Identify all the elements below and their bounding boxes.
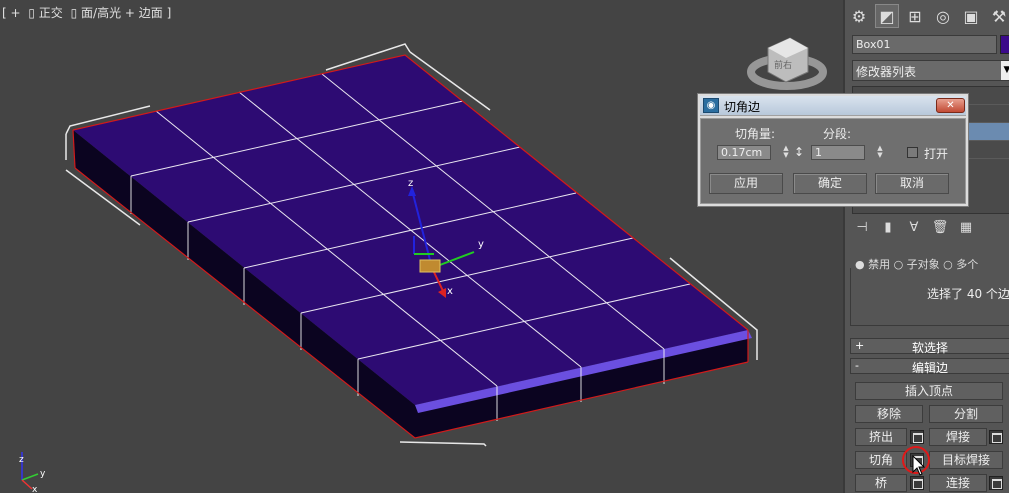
pin-stack-icon[interactable]: ⊣	[852, 220, 872, 238]
split-button[interactable]: 分割	[929, 405, 1003, 423]
dialog-title: 切角边	[724, 100, 761, 114]
hierarchy-icon[interactable]: ⊞	[903, 4, 927, 28]
weld-settings-icon[interactable]	[989, 430, 1003, 444]
perspective-viewport[interactable]: y x z 前右 z y x [ + ▯ 正交 ▯ 面/高光 + 边面 ]	[0, 0, 843, 493]
selection-status: 选择了 40 个边	[927, 287, 1009, 301]
segments-label: 分段:	[823, 127, 852, 141]
connect-settings-icon[interactable]	[989, 476, 1003, 490]
gizmo-x-label: x	[447, 286, 453, 297]
viewport-label-part[interactable]: ▯ 面/高光 + 边面 ]	[71, 6, 172, 20]
chamfer-amount-label: 切角量:	[735, 127, 776, 141]
open-checkbox[interactable]	[907, 147, 918, 158]
dialog-titlebar[interactable]: ◉ 切角边 ✕	[700, 96, 966, 116]
chamfer-amount-spinner[interactable]: ▲ ▼	[781, 145, 791, 160]
chamfer-amount-field[interactable]: 0.17cm	[717, 145, 771, 160]
gizmo-z-label: z	[408, 178, 413, 189]
modify-icon[interactable]: ◩	[875, 4, 899, 28]
display-icon[interactable]: ▣	[959, 4, 983, 28]
viewport-label-part[interactable]: ▯ 正交	[28, 6, 62, 20]
segments-field[interactable]: 1	[811, 145, 865, 160]
extrude-button[interactable]: 挤出	[855, 428, 907, 446]
rollout-edit-edges[interactable]: - 编辑边	[850, 358, 1009, 375]
viewport-scene[interactable]: y x z 前右 z y x	[0, 0, 843, 493]
object-name-field[interactable]: Box01	[852, 35, 997, 54]
connect-button[interactable]: 连接	[929, 474, 987, 492]
viewport-label-menu[interactable]: [ + ▯ 正交 ▯ 面/高光 + 边面 ]	[2, 4, 175, 21]
bridge-settings-icon[interactable]	[910, 476, 924, 490]
viewport-label-part[interactable]: [ +	[2, 6, 21, 20]
viewcube: 前右	[747, 37, 827, 90]
utilities-icon[interactable]: ⚒	[987, 4, 1009, 28]
create-icon[interactable]: ⚙	[847, 4, 871, 28]
configure-sets-icon[interactable]: ▦	[956, 220, 976, 238]
app-icon: ◉	[703, 98, 719, 113]
segments-spinner[interactable]: ▲ ▼	[875, 145, 885, 160]
motion-icon[interactable]: ◎	[931, 4, 955, 28]
stack-toolbar: ⊣ ▮ ∀ 🗑 ▦	[852, 218, 1009, 240]
corner-z-label: z	[19, 455, 24, 465]
chevron-down-icon[interactable]: ▼	[1001, 61, 1009, 80]
show-end-result-icon[interactable]: ▮	[878, 220, 898, 238]
preview-selection-options[interactable]: ● 禁用 ○ 子对象 ○ 多个	[855, 256, 1009, 271]
ok-button[interactable]: 确定	[793, 173, 867, 194]
bridge-button[interactable]: 桥	[855, 474, 907, 492]
remove-button[interactable]: 移除	[855, 405, 923, 423]
apply-button[interactable]: 应用	[709, 173, 783, 194]
dialog-body: 切角量: 0.17cm ▲ ▼ ↕ 分段: 1 ▲ ▼ 打开 应用 确定 取消	[700, 118, 966, 204]
corner-axis-tripod	[21, 452, 39, 490]
make-unique-icon[interactable]: ∀	[904, 220, 924, 238]
command-panel-tabs: ⚙ ◩ ⊞ ◎ ▣ ⚒	[847, 4, 1009, 30]
target-weld-button[interactable]: 目标焊接	[929, 451, 1003, 469]
object-color-swatch[interactable]	[1000, 35, 1009, 54]
viewcube-face-label: 前右	[774, 59, 792, 71]
close-icon[interactable]: ✕	[936, 98, 965, 113]
weld-button[interactable]: 焊接	[929, 428, 987, 446]
resize-cursor-icon: ↕	[794, 145, 805, 159]
corner-y-label: y	[40, 469, 46, 479]
corner-x-label: x	[32, 485, 38, 493]
insert-vertex-button[interactable]: 插入顶点	[855, 382, 1003, 400]
remove-modifier-icon[interactable]: 🗑	[930, 220, 950, 238]
rollout-title: 编辑边	[911, 361, 948, 375]
chamfer-edges-dialog: ◉ 切角边 ✕ 切角量: 0.17cm ▲ ▼ ↕ 分段: 1 ▲ ▼ 打开 应用 …	[697, 93, 969, 207]
modifier-list-dropdown[interactable]: 修改器列表	[852, 60, 1009, 81]
chamfer-button[interactable]: 切角	[855, 451, 907, 469]
rollout-soft-selection[interactable]: + 软选择	[850, 338, 1009, 355]
mouse-cursor-icon	[912, 455, 926, 476]
extrude-settings-icon[interactable]	[910, 430, 924, 444]
gizmo-y-label: y	[478, 239, 484, 250]
command-panel: ⚙ ◩ ⊞ ◎ ▣ ⚒ Box01 修改器列表 ▼ ⊣ ▮ ∀ 🗑 ▦ ● 禁用…	[843, 0, 1009, 493]
cancel-button[interactable]: 取消	[875, 173, 949, 194]
rollout-title: 软选择	[911, 341, 948, 355]
open-label: 打开	[924, 147, 949, 161]
